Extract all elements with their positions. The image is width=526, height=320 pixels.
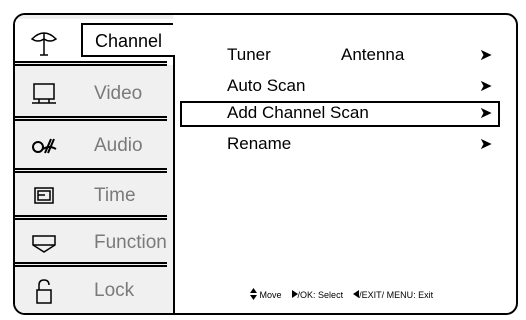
separator: [15, 61, 167, 66]
menu-row-tuner[interactable]: Tuner Antenna ➤: [175, 43, 516, 69]
sidebar-item-audio[interactable]: Audio: [15, 123, 173, 169]
updown-icon: [250, 288, 257, 302]
sidebar-item-label: Function: [94, 232, 167, 253]
footer-exit: /EXIT/ MENU: Exit: [359, 290, 434, 300]
arrow-right-icon: ➤: [479, 47, 493, 64]
sidebar-item-label: Video: [94, 83, 143, 104]
monitor-icon: [29, 79, 59, 109]
sidebar-item-label: Audio: [94, 135, 143, 156]
menu-row-add-channel-scan[interactable]: Add Channel Scan ➤: [180, 101, 500, 127]
arrow-right-icon: ➤: [479, 78, 493, 95]
row-label: Rename: [227, 134, 292, 153]
sidebar-item-label: Time: [94, 185, 136, 206]
menu-row-rename[interactable]: Rename ➤: [175, 132, 516, 158]
sidebar-item-label: Lock: [94, 280, 135, 301]
row-label: Auto Scan: [227, 76, 306, 95]
channel-menu: Tuner Antenna ➤ Auto Scan ➤ Add Channel …: [175, 15, 516, 313]
menu-frame: Channel Video Audio Time Function Lock T…: [13, 13, 518, 315]
audio-icon: [29, 131, 59, 161]
footer-select: /OK: Select: [297, 290, 344, 300]
sidebar-item-label: Channel: [95, 31, 163, 51]
sidebar-item-channel[interactable]: Channel: [15, 19, 173, 65]
row-value: Antenna: [341, 45, 405, 64]
separator: [15, 116, 167, 121]
row-label: Tuner: [227, 45, 271, 64]
sidebar-item-time[interactable]: Time: [15, 173, 173, 219]
antenna-icon: [29, 27, 59, 57]
sidebar-item-video[interactable]: Video: [15, 71, 173, 117]
sidebar-item-lock[interactable]: Lock: [15, 268, 173, 313]
footer-move: Move: [259, 290, 282, 300]
row-label: Add Channel Scan: [227, 103, 369, 122]
time-icon: [29, 181, 59, 211]
lock-icon: [29, 276, 59, 306]
separator: [15, 262, 167, 267]
sidebar: Channel Video Audio Time Function Lock: [15, 15, 173, 313]
arrow-right-icon: ➤: [479, 136, 493, 153]
sidebar-item-function[interactable]: Function: [15, 220, 173, 266]
menu-row-auto-scan[interactable]: Auto Scan ➤: [175, 74, 516, 100]
footer-hint: Move /OK: Select /EXIT/ MENU: Exit: [250, 288, 433, 302]
function-icon: [29, 228, 59, 258]
arrow-right-icon: ➤: [479, 105, 493, 122]
